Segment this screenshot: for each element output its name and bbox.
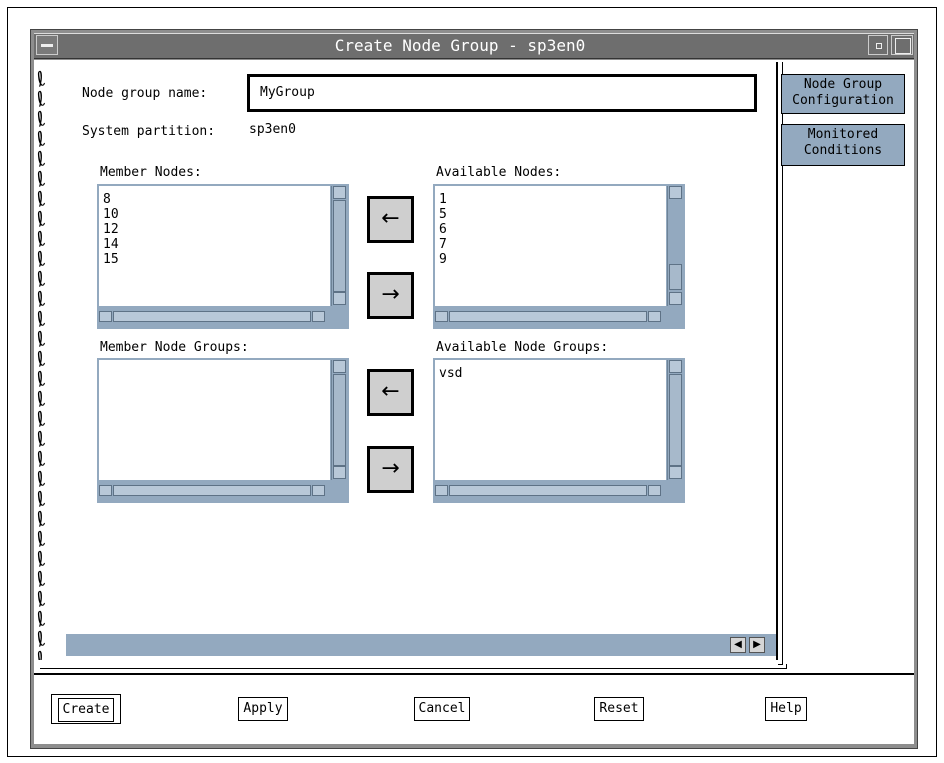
list-item[interactable]: 7 xyxy=(435,237,666,252)
member-node-groups-label: Member Node Groups: xyxy=(100,340,249,355)
list-item[interactable]: 8 xyxy=(99,192,330,207)
remove-node-group-button[interactable]: → xyxy=(367,446,414,493)
apply-button-label: Apply xyxy=(238,697,288,721)
list-item[interactable]: 12 xyxy=(99,222,330,237)
available-nodes-vscrollbar[interactable] xyxy=(667,186,684,306)
scroll-left-arrow-icon[interactable] xyxy=(435,485,448,496)
button-area-divider xyxy=(34,673,914,675)
scroll-thumb[interactable] xyxy=(113,311,311,322)
member-node-groups-list[interactable] xyxy=(97,358,349,503)
cancel-button[interactable]: Cancel xyxy=(409,694,475,724)
window-title: Create Node Group - sp3en0 xyxy=(334,36,586,55)
scroll-down-arrow-icon[interactable] xyxy=(333,466,346,479)
tab-label-line1: Monitored xyxy=(807,127,879,142)
scroll-thumb[interactable] xyxy=(449,311,647,322)
scroll-thumb[interactable] xyxy=(113,485,311,496)
available-node-groups-list[interactable]: vsd xyxy=(433,358,685,503)
list-item[interactable]: 10 xyxy=(99,207,330,222)
window-menu-icon xyxy=(41,44,53,47)
available-node-groups-hscrollbar[interactable] xyxy=(433,483,665,499)
create-button[interactable]: Create xyxy=(51,694,121,724)
list-item[interactable]: 9 xyxy=(435,252,666,267)
scroll-thumb[interactable] xyxy=(449,485,647,496)
member-nodes-hscrollbar[interactable] xyxy=(97,309,329,325)
minimize-icon xyxy=(876,43,882,49)
list-item[interactable]: vsd xyxy=(435,366,666,381)
minimize-button[interactable] xyxy=(868,35,888,55)
scroll-right-arrow-icon[interactable] xyxy=(312,485,325,496)
scroll-right-arrow-icon[interactable] xyxy=(648,311,661,322)
system-partition-label: System partition: xyxy=(82,124,216,139)
available-node-groups-vscrollbar[interactable] xyxy=(667,360,684,480)
node-group-name-label: Node group name: xyxy=(82,86,208,101)
scroll-left-arrow-icon[interactable] xyxy=(99,485,112,496)
scroll-thumb[interactable] xyxy=(333,374,346,466)
scroll-up-arrow-icon[interactable] xyxy=(669,186,682,199)
create-button-label: Create xyxy=(57,698,115,722)
member-nodes-items: 8 10 12 14 15 xyxy=(99,186,330,306)
list-item[interactable]: 5 xyxy=(435,207,666,222)
scroll-left-arrow-icon[interactable] xyxy=(99,311,112,322)
apply-button[interactable]: Apply xyxy=(234,694,292,724)
scroll-right-arrow-icon[interactable] xyxy=(648,485,661,496)
scroll-down-arrow-icon[interactable] xyxy=(669,466,682,479)
scroll-up-arrow-icon[interactable] xyxy=(669,360,682,373)
member-nodes-vscrollbar[interactable] xyxy=(331,186,348,306)
member-nodes-label: Member Nodes: xyxy=(100,165,202,180)
available-node-groups-items: vsd xyxy=(435,360,666,480)
add-node-group-button[interactable]: ← xyxy=(367,369,414,416)
member-node-groups-vscrollbar[interactable] xyxy=(331,360,348,480)
reset-button[interactable]: Reset xyxy=(589,694,649,724)
remove-node-button[interactable]: → xyxy=(367,272,414,319)
available-node-groups-label: Available Node Groups: xyxy=(436,340,609,355)
maximize-button[interactable] xyxy=(891,35,913,55)
member-node-groups-items xyxy=(99,360,330,480)
notebook-binder: ℓℓℓℓℓℓℓℓℓℓℓℓℓℓℓℓℓℓℓℓℓℓℓℓℓℓℓℓℓℓ xyxy=(36,62,66,660)
help-button[interactable]: Help xyxy=(760,694,812,724)
window-menu-button[interactable] xyxy=(36,35,58,55)
list-item[interactable]: 1 xyxy=(435,192,666,207)
cancel-button-label: Cancel xyxy=(413,697,471,721)
tab-monitored-conditions[interactable]: Monitored Conditions xyxy=(781,124,905,166)
scroll-up-arrow-icon[interactable] xyxy=(333,360,346,373)
scroll-thumb[interactable] xyxy=(669,264,682,290)
scroll-up-arrow-icon[interactable] xyxy=(333,186,346,199)
tab-node-group-configuration[interactable]: Node Group Configuration xyxy=(781,74,905,114)
scroll-thumb[interactable] xyxy=(669,374,682,466)
prev-page-button[interactable]: ◀ xyxy=(730,637,746,653)
add-node-button[interactable]: ← xyxy=(367,196,414,243)
member-nodes-list[interactable]: 8 10 12 14 15 xyxy=(97,184,349,329)
scroll-thumb[interactable] xyxy=(333,200,346,292)
notebook-page-scrollbar: ◀ ▶ xyxy=(66,634,776,656)
notebook-page-edge-bottom xyxy=(40,664,787,669)
scroll-right-arrow-icon[interactable] xyxy=(312,311,325,322)
tab-label-line2: Configuration xyxy=(792,93,894,108)
available-nodes-items: 15679 xyxy=(435,186,666,306)
scroll-down-arrow-icon[interactable] xyxy=(333,292,346,305)
scroll-down-arrow-icon[interactable] xyxy=(669,292,682,305)
available-nodes-list[interactable]: 15679 xyxy=(433,184,685,329)
list-item[interactable]: 6 xyxy=(435,222,666,237)
next-page-button[interactable]: ▶ xyxy=(749,637,765,653)
member-node-groups-hscrollbar[interactable] xyxy=(97,483,329,499)
tab-label-line2: Conditions xyxy=(803,143,883,158)
system-partition-value: sp3en0 xyxy=(249,122,296,137)
help-button-label: Help xyxy=(765,697,807,721)
available-nodes-hscrollbar[interactable] xyxy=(433,309,665,325)
scroll-left-arrow-icon[interactable] xyxy=(435,311,448,322)
maximize-icon xyxy=(895,38,911,54)
reset-button-label: Reset xyxy=(594,697,644,721)
node-group-name-field[interactable]: MyGroup xyxy=(247,74,757,112)
list-item[interactable]: 14 xyxy=(99,237,330,252)
available-nodes-label: Available Nodes: xyxy=(436,165,562,180)
list-item[interactable]: 15 xyxy=(99,252,330,267)
tab-label-line1: Node Group xyxy=(803,77,883,92)
